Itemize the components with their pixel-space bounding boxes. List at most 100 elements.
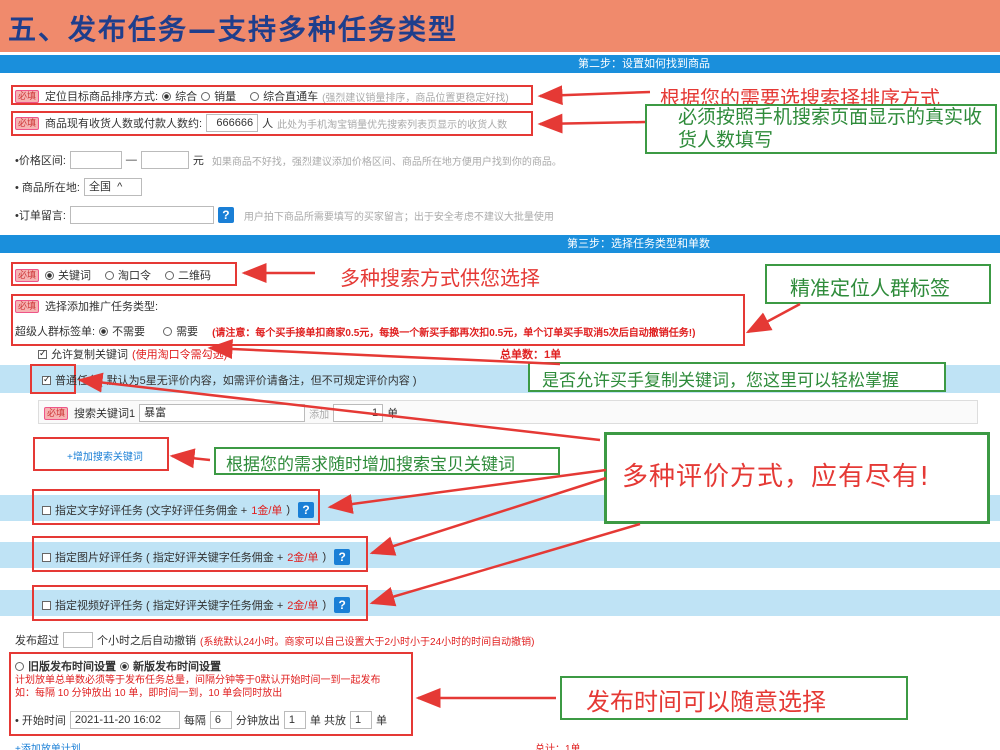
help-icon[interactable]: ? [217,207,234,223]
sort-radio-sales[interactable] [201,91,211,101]
page-title: 五、发布任务—支持多种任务类型 [8,13,459,46]
start-time-value: 2021-11-20 16:02 [74,714,161,726]
review-image-checkbox[interactable] [42,552,51,562]
price-min-input[interactable] [69,151,122,169]
keyword-count-input[interactable]: 1 [333,404,384,422]
time-new-label: 新版发布时间设置 [133,661,221,673]
release-input[interactable]: 1 [283,711,306,729]
chevron-up-icon: ^ [117,181,123,193]
copy-kw-row: 允许复制关键词 (使用淘口令需勾选) [38,346,227,362]
minutes-label: 分钟放出 [235,715,280,727]
buyers-row: 必填 商品现有收货人数或付款人数约: 666666 人 此处为手机淘宝销量优先搜… [15,114,507,132]
time-desc-line: 如：每隔 10 分钟放出 10 单，即时间一到，10 单会同时放出 [15,688,283,699]
plan-total: 总计：1单 [535,744,581,750]
search-radio-keyword[interactable] [45,270,55,280]
start-time-label: • 开始时间 [15,715,66,727]
super-tag-label: 超级人群标签单: [15,326,96,338]
sort-radio-comprehensive[interactable] [162,91,172,101]
review-label: 指定图片好评任务 ( 指定好评关键字任务佣金 + [55,552,284,564]
required-tag: 必填 [15,268,40,282]
time-radio-new[interactable] [120,661,129,671]
review-image-row: 指定图片好评任务 ( 指定好评关键字任务佣金 + 2金/单 ) ? [42,549,351,565]
promo-type-row: 必填 选择添加推广任务类型: [15,298,158,314]
time-start-row: • 开始时间 2021-11-20 16:02 每隔 6 分钟放出 1 单 共放… [15,711,387,729]
add-keyword-link[interactable]: +增加搜索关键词 [67,448,143,463]
cancel-post: 个小时之后自动撤销 [97,635,196,647]
search-radio-qrcode[interactable] [165,270,175,280]
sort-label: 定位目标商品排序方式: [45,91,159,103]
required-tag: 必填 [44,406,69,420]
step3-bar: 第三步：选择任务类型和单数 [0,235,1000,253]
keyword-unit: 单 [387,408,399,420]
review-end: ) [322,551,327,563]
location-row: • 商品所在地: 全国 ^ [15,178,142,196]
help-icon[interactable]: ? [334,549,351,565]
keyword-add-label: 添加 [309,409,330,421]
time-desc: 计划放单总单数必须等于发布任务总量，间隔分钟等于0默认开始时间一到一起发布 如：… [15,674,410,700]
interval-input[interactable]: 6 [209,711,232,729]
arrow [745,302,801,334]
normal-task-label: 普通任务( [55,375,103,387]
message-label: •订单留言: [15,210,66,222]
annotation-search-type: 多种搜索方式供您选择 [340,266,540,290]
price-hint: 如果商品不好找，强烈建议添加价格区间、商品所在地方便用户找到你的商品。 [211,156,562,168]
unit-label: 单 共放 [309,715,346,727]
review-video-row: 指定视频好评任务 ( 指定好评关键字任务佣金 + 2金/单 ) ? [42,597,351,613]
required-tag: 必填 [15,89,40,103]
step2-label: 第二步：设置如何找到商品 [578,58,710,70]
cancel-row: 发布超过 个小时之后自动撤销 (系统默认24小时。商家可以自己设置大于2小时小于… [15,632,534,648]
time-radio-old[interactable] [15,661,24,671]
copy-kw-label: 允许复制关键词 [51,349,128,361]
add-plan-link[interactable]: +添加放单计划 [15,740,81,750]
unit-label: 单 [375,715,387,727]
cancel-hours-input[interactable] [63,632,93,648]
price-sep: — [125,154,137,166]
search-type-row: 必填 关键词 淘口令 二维码 [15,267,211,283]
location-select[interactable]: 全国 ^ [83,178,142,196]
review-end: ) [322,599,327,611]
annotation-tag: 精准定位人群标签 [790,276,950,300]
review-text-checkbox[interactable] [42,505,51,515]
search-option-label: 淘口令 [118,270,152,282]
message-input[interactable] [69,206,214,224]
price-max-input[interactable] [140,151,189,169]
annotation-time: 发布时间可以随意选择 [586,688,826,716]
copy-kw-checkbox[interactable] [38,348,47,359]
super-option-label: 需要 [176,326,199,338]
location-label: • 商品所在地: [15,182,80,194]
arrow [537,113,646,134]
sort-option-label: 销量 [214,91,237,103]
review-text-row: 指定文字好评任务 (文字好评任务佣金 + 1金/单 ) ? [42,502,315,518]
time-mode-row: 旧版发布时间设置 新版发布时间设置 [15,658,221,674]
message-row: •订单留言: ? 用户拍下商品所需要填写的买家留言；出于安全考虑不建议大批量使用 [15,206,554,224]
annotation-add-kw: 根据您的需求随时增加搜索宝贝关键词 [226,455,515,475]
help-icon[interactable]: ? [334,597,351,613]
total-input[interactable]: 1 [349,711,372,729]
sort-hint: (强烈建议销量排序，商品位置更稳定好找) [322,92,509,104]
review-price: 2金/单 [287,600,319,612]
normal-task-row: 普通任务(默认为5星无评价内容，如需评价请备注，但不可规定评价内容 ) [42,372,417,388]
review-price: 2金/单 [287,552,319,564]
search-radio-taokouling[interactable] [105,270,115,280]
normal-task-checkbox[interactable] [42,374,51,385]
buyers-unit: 人 [262,118,274,130]
sort-option-label: 综合 [175,91,198,103]
cancel-note: (系统默认24小时。商家可以自己设置大于2小时小于24小时的时间自动撤销) [200,636,535,648]
step2-bar: 第二步：设置如何找到商品 [0,55,1000,73]
super-radio-no[interactable] [99,326,109,336]
super-radio-yes[interactable] [163,326,173,336]
annotation-buyers: 必须按照手机搜索页面显示的真实收货人数填写 [678,106,983,151]
price-row: •价格区间: — 元 如果商品不好找，强烈建议添加价格区间、商品所在地方便用户找… [15,151,562,169]
search-option-label: 二维码 [178,270,212,282]
review-label: 指定文字好评任务 (文字好评任务佣金 + [55,505,248,517]
help-icon[interactable]: ? [298,502,315,518]
search-option-label: 关键词 [58,270,92,282]
sort-radio-express[interactable] [250,91,260,101]
time-desc-line: 计划放单总单数必须等于发布任务总量，间隔分钟等于0默认开始时间一到一起发布 [15,675,381,686]
keyword-input[interactable]: 暴富 [139,404,306,422]
buyers-count-input[interactable]: 666666 [206,114,259,132]
review-video-checkbox[interactable] [42,600,51,610]
required-tag: 必填 [15,116,40,130]
start-time-input[interactable]: 2021-11-20 16:02 [69,711,180,729]
price-unit: 元 [192,155,204,167]
